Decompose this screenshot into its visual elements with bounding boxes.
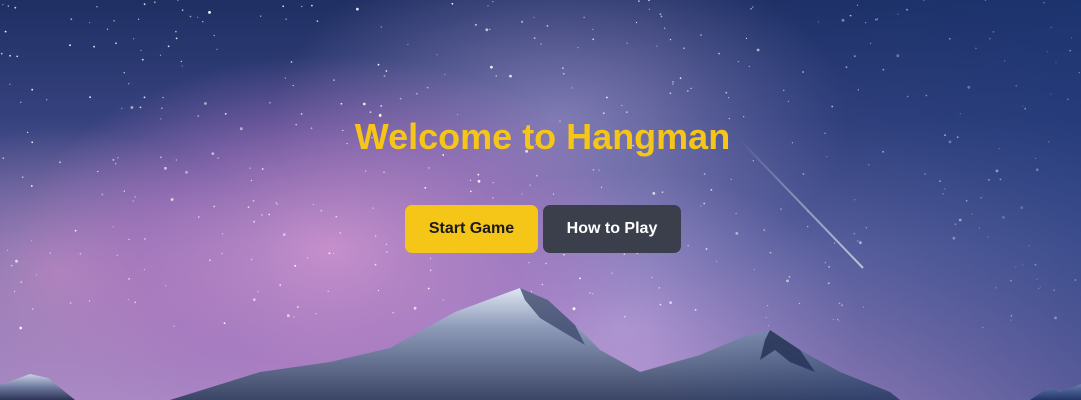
hero-content: Welcome to Hangman Start Game How to Pla… xyxy=(0,0,1081,400)
how-to-play-button[interactable]: How to Play xyxy=(543,205,681,253)
hero-section: Welcome to Hangman Start Game How to Pla… xyxy=(0,0,1081,400)
start-game-button[interactable]: Start Game xyxy=(405,205,538,253)
page-title: Welcome to Hangman xyxy=(354,116,731,157)
